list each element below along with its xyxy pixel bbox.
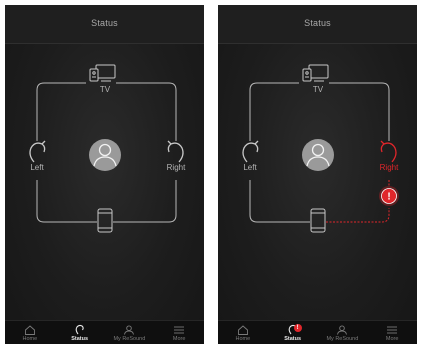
menu-icon <box>387 326 398 334</box>
left-hearing-aid-icon[interactable] <box>242 140 259 163</box>
tv-label: TV <box>312 85 324 94</box>
tab-more-label: More <box>385 336 399 342</box>
line-tv-left <box>249 82 299 141</box>
tab-more[interactable]: More <box>154 321 204 344</box>
line-tv-right <box>329 82 390 141</box>
smartphone-icon[interactable] <box>97 208 113 233</box>
home-icon <box>237 325 248 335</box>
exclamation-icon[interactable]: ! <box>379 186 399 206</box>
connection-diagram <box>29 64 184 233</box>
hearing-aid-icon <box>75 324 84 335</box>
left-label: Left <box>243 163 257 172</box>
status-badge: ! <box>293 324 302 332</box>
tab-my-resound-label: My ReSound <box>326 336 359 342</box>
status-screen-disconnected: Status ! TV Left Right Home ! Status My … <box>218 5 417 344</box>
tab-status[interactable]: Status <box>55 321 105 344</box>
alert-symbol: ! <box>387 192 390 203</box>
left-label: Left <box>30 163 44 172</box>
smartphone-icon[interactable] <box>310 208 326 233</box>
tv-streamer-icon[interactable] <box>89 64 116 82</box>
line-right-phone <box>113 180 177 223</box>
menu-icon <box>174 326 185 334</box>
tab-home-label: Home <box>235 336 251 342</box>
tab-home-label: Home <box>22 336 38 342</box>
tab-status-label: Status <box>284 336 302 342</box>
tab-status-label: Status <box>71 336 89 342</box>
connection-diagram: ! <box>242 64 399 233</box>
person-icon <box>124 325 135 335</box>
status-screen-connected: Status TV Left Right Home Status My ReSo… <box>5 5 204 344</box>
line-tv-left <box>36 82 86 141</box>
line-left-phone <box>249 180 310 223</box>
tab-more-label: More <box>172 336 186 342</box>
line-tv-right <box>116 82 177 141</box>
tab-my-resound[interactable]: My ReSound <box>105 321 155 344</box>
tab-more[interactable]: More <box>367 321 417 344</box>
person-icon <box>337 325 348 335</box>
line-left-phone <box>36 180 97 223</box>
tv-streamer-icon[interactable] <box>302 64 329 82</box>
tab-home[interactable]: Home <box>5 321 55 344</box>
right-label: Right <box>379 163 399 172</box>
right-hearing-aid-icon[interactable] <box>167 140 184 163</box>
tab-home[interactable]: Home <box>218 321 268 344</box>
right-hearing-aid-icon[interactable] <box>380 140 397 163</box>
tab-bar: Home ! Status My ReSound More <box>218 320 417 344</box>
tab-my-resound[interactable]: My ReSound <box>318 321 368 344</box>
tv-label: TV <box>99 85 111 94</box>
avatar[interactable] <box>89 139 121 171</box>
avatar[interactable] <box>302 139 334 171</box>
right-label: Right <box>166 163 186 172</box>
tab-my-resound-label: My ReSound <box>113 336 146 342</box>
left-hearing-aid-icon[interactable] <box>29 140 46 163</box>
line-right-phone-broken <box>326 208 390 223</box>
tab-status[interactable]: ! Status <box>268 321 318 344</box>
tab-bar: Home Status My ReSound More <box>5 320 204 344</box>
home-icon <box>24 325 35 335</box>
